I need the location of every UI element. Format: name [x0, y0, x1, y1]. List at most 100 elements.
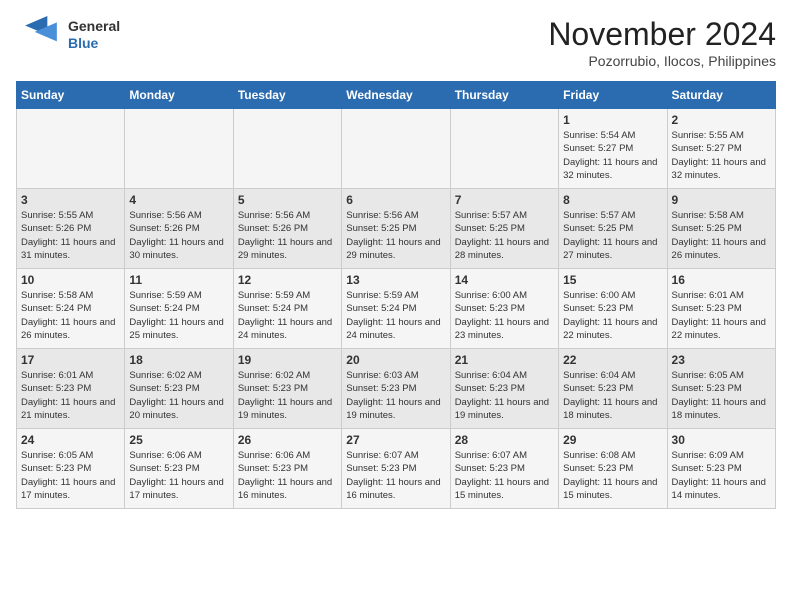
page-header: General Blue November 2024 Pozorrubio, I…	[16, 16, 776, 69]
weekday-header-saturday: Saturday	[667, 82, 775, 109]
weekday-header-wednesday: Wednesday	[342, 82, 450, 109]
day-number: 30	[672, 433, 771, 447]
calendar-cell: 6Sunrise: 5:56 AM Sunset: 5:25 PM Daylig…	[342, 189, 450, 269]
calendar-week-row: 3Sunrise: 5:55 AM Sunset: 5:26 PM Daylig…	[17, 189, 776, 269]
day-info: Sunrise: 6:05 AM Sunset: 5:23 PM Dayligh…	[21, 449, 120, 502]
day-number: 27	[346, 433, 445, 447]
day-number: 29	[563, 433, 662, 447]
calendar-cell: 28 Sunrise: 6:07 AM Sunset: 5:23 PM Dayli…	[450, 429, 558, 509]
day-info: Sunrise: 6:01 AM Sunset: 5:23 PM Dayligh…	[672, 289, 771, 342]
calendar-cell: 26 Sunrise: 6:06 AM Sunset: 5:23 PM Dayli…	[233, 429, 341, 509]
calendar-cell: 17 Sunrise: 6:01 AM Sunset: 5:23 PM Dayli…	[17, 349, 125, 429]
day-number: 19	[238, 353, 337, 367]
day-info: Sunrise: 5:57 AM Sunset: 5:25 PM Dayligh…	[455, 209, 554, 262]
day-info: Sunrise: 6:09 AM Sunset: 5:23 PM Dayligh…	[672, 449, 771, 502]
day-info: Sunrise: 5:57 AM Sunset: 5:25 PM Dayligh…	[563, 209, 662, 262]
day-number: 26	[238, 433, 337, 447]
location-subtitle: Pozorrubio, Ilocos, Philippines	[548, 53, 776, 69]
day-number: 1	[563, 113, 662, 127]
day-info: Sunrise: 6:03 AM Sunset: 5:23 PM Dayligh…	[346, 369, 445, 422]
logo: General Blue	[16, 16, 120, 54]
calendar-cell: 7Sunrise: 5:57 AM Sunset: 5:25 PM Daylig…	[450, 189, 558, 269]
weekday-header-monday: Monday	[125, 82, 233, 109]
day-number: 21	[455, 353, 554, 367]
day-number: 12	[238, 273, 337, 287]
day-info: Sunrise: 5:55 AM Sunset: 5:27 PM Dayligh…	[672, 129, 771, 182]
calendar-cell: 20 Sunrise: 6:03 AM Sunset: 5:23 PM Dayli…	[342, 349, 450, 429]
day-info: Sunrise: 5:59 AM Sunset: 5:24 PM Dayligh…	[238, 289, 337, 342]
logo-arrow-icon	[16, 16, 66, 54]
day-number: 5	[238, 193, 337, 207]
calendar-cell: 18 Sunrise: 6:02 AM Sunset: 5:23 PM Dayli…	[125, 349, 233, 429]
day-info: Sunrise: 6:05 AM Sunset: 5:23 PM Dayligh…	[672, 369, 771, 422]
calendar-cell: 23 Sunrise: 6:05 AM Sunset: 5:23 PM Dayli…	[667, 349, 775, 429]
calendar-cell: 19 Sunrise: 6:02 AM Sunset: 5:23 PM Dayli…	[233, 349, 341, 429]
calendar-week-row: 17 Sunrise: 6:01 AM Sunset: 5:23 PM Dayli…	[17, 349, 776, 429]
calendar-cell	[17, 109, 125, 189]
weekday-header-sunday: Sunday	[17, 82, 125, 109]
day-info: Sunrise: 6:08 AM Sunset: 5:23 PM Dayligh…	[563, 449, 662, 502]
calendar-table: SundayMondayTuesdayWednesdayThursdayFrid…	[16, 81, 776, 509]
calendar-cell: 12 Sunrise: 5:59 AM Sunset: 5:24 PM Dayli…	[233, 269, 341, 349]
day-number: 18	[129, 353, 228, 367]
day-info: Sunrise: 6:02 AM Sunset: 5:23 PM Dayligh…	[238, 369, 337, 422]
day-info: Sunrise: 6:02 AM Sunset: 5:23 PM Dayligh…	[129, 369, 228, 422]
day-info: Sunrise: 5:59 AM Sunset: 5:24 PM Dayligh…	[346, 289, 445, 342]
calendar-cell: 21 Sunrise: 6:04 AM Sunset: 5:23 PM Dayli…	[450, 349, 558, 429]
calendar-cell: 15 Sunrise: 6:00 AM Sunset: 5:23 PM Dayli…	[559, 269, 667, 349]
day-info: Sunrise: 5:54 AM Sunset: 5:27 PM Dayligh…	[563, 129, 662, 182]
day-number: 16	[672, 273, 771, 287]
calendar-cell: 24Sunrise: 6:05 AM Sunset: 5:23 PM Dayli…	[17, 429, 125, 509]
calendar-week-row: 24Sunrise: 6:05 AM Sunset: 5:23 PM Dayli…	[17, 429, 776, 509]
day-info: Sunrise: 5:56 AM Sunset: 5:26 PM Dayligh…	[238, 209, 337, 262]
calendar-cell: 10Sunrise: 5:58 AM Sunset: 5:24 PM Dayli…	[17, 269, 125, 349]
day-number: 13	[346, 273, 445, 287]
logo-general-text: General	[68, 18, 120, 35]
day-info: Sunrise: 5:56 AM Sunset: 5:26 PM Dayligh…	[129, 209, 228, 262]
calendar-cell: 30 Sunrise: 6:09 AM Sunset: 5:23 PM Dayli…	[667, 429, 775, 509]
calendar-cell: 2 Sunrise: 5:55 AM Sunset: 5:27 PM Daylig…	[667, 109, 775, 189]
day-info: Sunrise: 6:07 AM Sunset: 5:23 PM Dayligh…	[455, 449, 554, 502]
day-number: 2	[672, 113, 771, 127]
calendar-cell: 25Sunrise: 6:06 AM Sunset: 5:23 PM Dayli…	[125, 429, 233, 509]
day-info: Sunrise: 6:01 AM Sunset: 5:23 PM Dayligh…	[21, 369, 120, 422]
calendar-cell: 22 Sunrise: 6:04 AM Sunset: 5:23 PM Dayli…	[559, 349, 667, 429]
title-block: November 2024 Pozorrubio, Ilocos, Philip…	[548, 16, 776, 69]
calendar-cell	[233, 109, 341, 189]
day-info: Sunrise: 6:06 AM Sunset: 5:23 PM Dayligh…	[129, 449, 228, 502]
day-number: 20	[346, 353, 445, 367]
calendar-cell: 8Sunrise: 5:57 AM Sunset: 5:25 PM Daylig…	[559, 189, 667, 269]
weekday-header-thursday: Thursday	[450, 82, 558, 109]
weekday-header-row: SundayMondayTuesdayWednesdayThursdayFrid…	[17, 82, 776, 109]
day-info: Sunrise: 5:58 AM Sunset: 5:25 PM Dayligh…	[672, 209, 771, 262]
day-info: Sunrise: 6:04 AM Sunset: 5:23 PM Dayligh…	[563, 369, 662, 422]
calendar-week-row: 10Sunrise: 5:58 AM Sunset: 5:24 PM Dayli…	[17, 269, 776, 349]
calendar-cell: 11Sunrise: 5:59 AM Sunset: 5:24 PM Dayli…	[125, 269, 233, 349]
calendar-cell: 14Sunrise: 6:00 AM Sunset: 5:23 PM Dayli…	[450, 269, 558, 349]
day-info: Sunrise: 6:00 AM Sunset: 5:23 PM Dayligh…	[563, 289, 662, 342]
calendar-cell: 1 Sunrise: 5:54 AM Sunset: 5:27 PM Daylig…	[559, 109, 667, 189]
day-info: Sunrise: 5:55 AM Sunset: 5:26 PM Dayligh…	[21, 209, 120, 262]
day-info: Sunrise: 5:58 AM Sunset: 5:24 PM Dayligh…	[21, 289, 120, 342]
weekday-header-tuesday: Tuesday	[233, 82, 341, 109]
calendar-cell	[450, 109, 558, 189]
calendar-cell: 3Sunrise: 5:55 AM Sunset: 5:26 PM Daylig…	[17, 189, 125, 269]
day-number: 6	[346, 193, 445, 207]
month-year-title: November 2024	[548, 16, 776, 53]
day-number: 28	[455, 433, 554, 447]
day-info: Sunrise: 6:07 AM Sunset: 5:23 PM Dayligh…	[346, 449, 445, 502]
calendar-cell: 16 Sunrise: 6:01 AM Sunset: 5:23 PM Dayli…	[667, 269, 775, 349]
day-info: Sunrise: 6:06 AM Sunset: 5:23 PM Dayligh…	[238, 449, 337, 502]
day-number: 22	[563, 353, 662, 367]
day-number: 23	[672, 353, 771, 367]
day-number: 15	[563, 273, 662, 287]
day-number: 14	[455, 273, 554, 287]
calendar-cell: 27 Sunrise: 6:07 AM Sunset: 5:23 PM Dayli…	[342, 429, 450, 509]
day-info: Sunrise: 6:04 AM Sunset: 5:23 PM Dayligh…	[455, 369, 554, 422]
calendar-cell: 13 Sunrise: 5:59 AM Sunset: 5:24 PM Dayli…	[342, 269, 450, 349]
calendar-cell	[125, 109, 233, 189]
calendar-cell: 4Sunrise: 5:56 AM Sunset: 5:26 PM Daylig…	[125, 189, 233, 269]
day-number: 17	[21, 353, 120, 367]
day-number: 11	[129, 273, 228, 287]
logo-blue-text: Blue	[68, 35, 120, 52]
